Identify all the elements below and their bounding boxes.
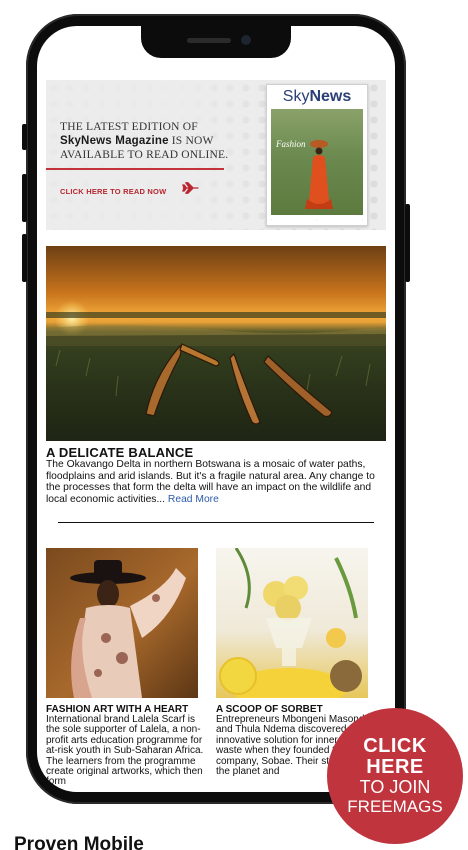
magazine-banner[interactable]: THE LATEST EDITION OF SkyNews Magazine I… xyxy=(46,80,386,230)
join-freemags-button[interactable]: CLICK HERE TO JOIN FREEMAGS xyxy=(327,708,463,844)
cta-line4: FREEMAGS xyxy=(347,797,443,816)
magazine-title: SkyNews xyxy=(267,88,367,106)
front-camera-icon xyxy=(241,35,251,45)
banner-text: THE LATEST EDITION OF SkyNews Magazine I… xyxy=(60,120,240,162)
read-more-link[interactable]: Read More xyxy=(168,494,219,505)
card-body-fashion: International brand Lalela Scarf is the … xyxy=(46,714,204,788)
section-divider xyxy=(58,522,374,523)
banner-line2-suffix: IS NOW xyxy=(168,135,214,147)
phone-notch xyxy=(141,26,291,58)
magazine-title-sky: Sky xyxy=(282,88,310,105)
magazine-cover[interactable]: SkyNews Fashion · · · xyxy=(266,84,368,226)
phone-frame: THE LATEST EDITION OF SkyNews Magazine I… xyxy=(22,14,410,804)
banner-divider xyxy=(46,168,224,170)
sorbet-scene xyxy=(219,548,362,698)
cta-line1: CLICK xyxy=(363,735,427,757)
phone-volume-up-button xyxy=(22,174,27,222)
sorbet-image[interactable] xyxy=(216,548,368,698)
magazine-cover-image: Fashion xyxy=(271,109,363,215)
article-body: The Okavango Delta in northern Botswana … xyxy=(46,459,386,505)
banner-line1: THE LATEST EDITION OF xyxy=(60,121,198,133)
banner-line2: SkyNews Magazine IS NOW xyxy=(60,134,240,148)
magazine-footer: · · · xyxy=(271,218,363,222)
okavango-delta-image[interactable] xyxy=(46,246,386,441)
read-now-link[interactable]: CLICK HERE TO READ NOW xyxy=(60,187,166,196)
proven-mobile-heading: Proven Mobile xyxy=(14,834,144,850)
airplane-icon[interactable] xyxy=(182,181,200,195)
magazine-title-news: News xyxy=(309,88,352,105)
fashion-art-image[interactable] xyxy=(46,548,198,698)
magazine-cover-word: Fashion xyxy=(276,139,306,149)
article-title[interactable]: A DELICATE BALANCE xyxy=(46,445,193,460)
fashion-scene xyxy=(70,560,186,698)
phone-screen: THE LATEST EDITION OF SkyNews Magazine I… xyxy=(37,26,395,792)
hero-scene xyxy=(46,300,386,441)
banner-line3: AVAILABLE TO READ ONLINE. xyxy=(60,149,229,161)
phone-power-button xyxy=(405,204,410,282)
cover-figure-graphic xyxy=(305,140,333,209)
phone-volume-down-button xyxy=(22,234,27,282)
cta-line3: TO JOIN xyxy=(359,777,431,797)
cta-line2: HERE xyxy=(366,756,424,778)
phone-side-button xyxy=(22,124,27,150)
banner-brand: SkyNews Magazine xyxy=(60,135,169,147)
speaker-grille xyxy=(187,38,231,43)
